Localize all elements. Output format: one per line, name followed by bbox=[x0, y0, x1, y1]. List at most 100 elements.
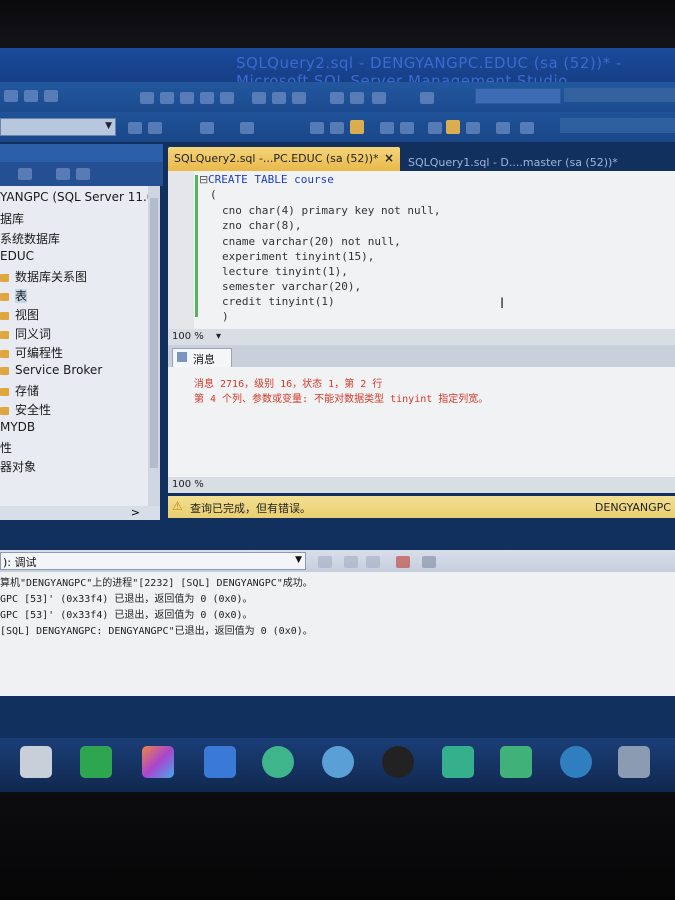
tree-item-storage[interactable]: 存储 bbox=[0, 382, 39, 399]
find-box[interactable] bbox=[560, 118, 675, 133]
cancel-query-icon[interactable] bbox=[240, 122, 254, 134]
tree-item-tables[interactable]: 表 bbox=[0, 287, 28, 304]
available-databases-select[interactable]: ▼ bbox=[0, 118, 116, 136]
scroll-right-icon[interactable]: > bbox=[131, 506, 140, 519]
connect-icon[interactable] bbox=[18, 168, 32, 180]
tree-item-service-broker[interactable]: Service Broker bbox=[0, 363, 102, 377]
scrollbar-thumb[interactable] bbox=[150, 198, 158, 468]
tree-item-views[interactable]: 视图 bbox=[0, 306, 39, 323]
word-wrap-icon[interactable] bbox=[422, 556, 436, 568]
editor-zoom-bar: 100 % ▾ bbox=[168, 329, 675, 345]
available-db-icon[interactable] bbox=[128, 122, 142, 134]
code-line: cno char(4) primary key not null, bbox=[222, 204, 441, 217]
code-line-error: lecture tinyint(1), bbox=[222, 265, 348, 278]
tree-item-system-databases[interactable]: 系统数据库 bbox=[0, 230, 60, 247]
filter-icon[interactable] bbox=[76, 168, 90, 180]
folder-icon bbox=[0, 406, 9, 415]
results-to-file-icon[interactable] bbox=[400, 122, 414, 134]
folder-icon bbox=[0, 349, 9, 358]
query-editor[interactable]: ⊟ CREATE TABLE course ( cno char(4) prim… bbox=[168, 171, 675, 329]
indent-icon[interactable] bbox=[466, 122, 480, 134]
comment-icon[interactable] bbox=[428, 122, 442, 134]
tree-item-programmability[interactable]: 可编程性 bbox=[0, 344, 63, 361]
parse-icon[interactable] bbox=[200, 122, 214, 134]
file-explorer-icon[interactable] bbox=[20, 746, 52, 778]
folder-icon bbox=[0, 387, 9, 396]
display-plan-icon[interactable] bbox=[310, 122, 324, 134]
code-line: ( bbox=[210, 188, 217, 201]
chevron-down-icon[interactable]: ▾ bbox=[216, 331, 221, 342]
analysis-query-icon[interactable] bbox=[160, 92, 174, 104]
find-message-icon[interactable] bbox=[318, 556, 332, 568]
tab-messages[interactable]: 消息 bbox=[172, 348, 232, 368]
editor-margin bbox=[168, 171, 194, 329]
sogou-icon[interactable] bbox=[322, 746, 354, 778]
query-options-icon[interactable] bbox=[330, 122, 344, 134]
undo-icon[interactable] bbox=[330, 92, 344, 104]
messages-zoom-bar: 100 % bbox=[168, 477, 675, 493]
go-to-next-icon[interactable] bbox=[366, 556, 380, 568]
uncomment-icon[interactable] bbox=[446, 120, 460, 134]
k-icon[interactable] bbox=[560, 746, 592, 778]
store-icon[interactable] bbox=[80, 746, 112, 778]
query-icon[interactable] bbox=[140, 92, 154, 104]
mdx-query-icon[interactable] bbox=[180, 92, 194, 104]
navigate-icon[interactable] bbox=[372, 92, 386, 104]
editor-zoom-level[interactable]: 100 % bbox=[172, 331, 204, 342]
notes-icon[interactable] bbox=[618, 746, 650, 778]
cloud-icon[interactable] bbox=[442, 746, 474, 778]
messages-icon bbox=[177, 352, 187, 362]
tree-item-server-security[interactable]: 性 bbox=[0, 439, 12, 456]
messages-pane: 消息 2716，级别 16，状态 1，第 2 行 第 4 个列、参数或变量: 不… bbox=[168, 367, 675, 477]
code-line-error: experiment tinyint(15), bbox=[222, 250, 375, 263]
collapse-icon[interactable]: ⊟ bbox=[199, 173, 208, 186]
execute-icon[interactable] bbox=[148, 122, 162, 134]
dmx-query-icon[interactable] bbox=[200, 92, 214, 104]
warning-icon: ⚠ bbox=[172, 499, 183, 513]
cut-icon[interactable] bbox=[252, 92, 266, 104]
messages-zoom-level[interactable]: 100 % bbox=[172, 479, 204, 490]
photos-icon[interactable] bbox=[142, 746, 174, 778]
go-to-previous-icon[interactable] bbox=[344, 556, 358, 568]
object-explorer-tree: YANGPC (SQL Server 11.0. 据库 系统数据库 EDUC 数… bbox=[0, 186, 148, 506]
tree-item-diagrams[interactable]: 数据库关系图 bbox=[0, 268, 87, 285]
network-icon[interactable] bbox=[500, 746, 532, 778]
save-icon[interactable] bbox=[44, 90, 58, 102]
output-source-value: 调试 bbox=[14, 556, 37, 569]
code-line: zno char(8), bbox=[222, 219, 302, 232]
solution-config-box[interactable] bbox=[475, 88, 561, 104]
specify-values-icon[interactable] bbox=[520, 122, 534, 134]
tree-item-server[interactable]: YANGPC (SQL Server 11.0. bbox=[0, 190, 148, 204]
visual-studio-icon[interactable] bbox=[204, 746, 236, 778]
outdent-icon[interactable] bbox=[496, 122, 510, 134]
tab-sqlquery1[interactable]: SQLQuery1.sql - D....master (sa (52))* bbox=[402, 152, 675, 172]
results-to-text-icon[interactable] bbox=[350, 120, 364, 134]
tree-item-databases[interactable]: 据库 bbox=[0, 210, 24, 227]
tree-item-server-objects[interactable]: 器对象 bbox=[0, 458, 36, 475]
results-to-grid-icon[interactable] bbox=[380, 122, 394, 134]
tree-item-synonyms[interactable]: 同义词 bbox=[0, 325, 51, 342]
debug-icon[interactable] bbox=[420, 92, 434, 104]
xmla-query-icon[interactable] bbox=[220, 92, 234, 104]
output-source-label: ): bbox=[3, 556, 11, 569]
new-icon[interactable] bbox=[4, 90, 18, 102]
monitor-bezel-bottom bbox=[0, 792, 675, 900]
redo-icon[interactable] bbox=[350, 92, 364, 104]
copy-icon[interactable] bbox=[272, 92, 286, 104]
close-icon[interactable]: × bbox=[384, 151, 394, 165]
output-source-select[interactable]: ): 调试 ▼ bbox=[0, 552, 306, 570]
tree-item-security[interactable]: 安全性 bbox=[0, 401, 51, 418]
tree-item-mydb[interactable]: MYDB bbox=[0, 420, 35, 434]
output-line: GPC [53]' (0x33f4) 已退出，返回值为 0 (0x0)。 bbox=[0, 610, 253, 621]
qq-icon[interactable] bbox=[382, 746, 414, 778]
paste-icon[interactable] bbox=[292, 92, 306, 104]
tab-sqlquery2[interactable]: SQLQuery2.sql -...PC.EDUC (sa (52))* × bbox=[168, 147, 400, 171]
tree-item-educ[interactable]: EDUC bbox=[0, 249, 34, 263]
clear-all-icon[interactable] bbox=[396, 556, 410, 568]
quick-launch-box[interactable] bbox=[564, 88, 675, 102]
open-icon[interactable] bbox=[24, 90, 38, 102]
explorer-horizontal-scrollbar[interactable]: > bbox=[0, 506, 160, 520]
refresh-icon[interactable] bbox=[56, 168, 70, 180]
media-player-icon[interactable] bbox=[262, 746, 294, 778]
explorer-vertical-scrollbar[interactable] bbox=[148, 186, 160, 506]
